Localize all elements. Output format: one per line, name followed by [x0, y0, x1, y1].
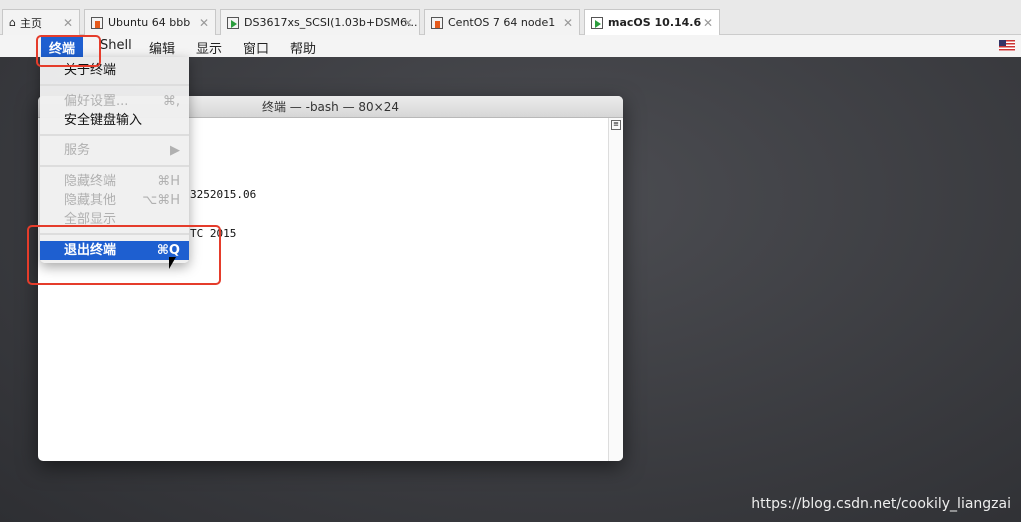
vm-icon [431, 16, 443, 29]
scrollbar[interactable]: ≡ [608, 118, 623, 461]
close-icon[interactable]: ✕ [563, 16, 573, 30]
menu-item-hide-others: 隐藏其他 ⌥⌘H [64, 193, 180, 208]
close-icon[interactable]: ✕ [199, 16, 209, 30]
tab-centos[interactable]: CentOS 7 64 node1 ✕ [424, 9, 580, 35]
vm-running-icon [227, 16, 239, 29]
watermark: https://blog.csdn.net/cookily_liangzai [751, 496, 1011, 512]
annotation-box [36, 35, 101, 67]
menu-item-hide-terminal: 隐藏终端 ⌘H [64, 174, 180, 189]
close-icon[interactable]: ✕ [403, 16, 413, 30]
home-icon: ⌂ [9, 16, 16, 29]
menu-window[interactable]: 窗口 [243, 38, 269, 57]
menu-shell[interactable]: Shell [100, 38, 132, 53]
menu-item-services: 服务 ▶ [64, 143, 180, 158]
close-icon[interactable]: ✕ [63, 16, 73, 30]
vm-running-icon [591, 16, 603, 29]
menu-view[interactable]: 显示 [196, 38, 222, 57]
mac-menu-bar: 终端 Shell 编辑 显示 窗口 帮助 [0, 35, 1021, 57]
close-icon[interactable]: ✕ [703, 16, 713, 30]
flag-icon[interactable] [999, 40, 1015, 51]
tab-ubuntu[interactable]: Ubuntu 64 bbb ✕ [84, 9, 216, 35]
menu-item-preferences: 偏好设置... ⌘, [64, 94, 180, 109]
tab-macos[interactable]: macOS 10.14.6 ✕ [584, 9, 720, 35]
tab-ds3617[interactable]: DS3617xs_SCSI(1.03b+DSM6... ✕ [220, 9, 420, 35]
vm-tab-bar: ⌂ 主页 ✕ Ubuntu 64 bbb ✕ DS3617xs_SCSI(1.03b+… [0, 0, 1021, 35]
menu-item-secure-keyboard[interactable]: 安全键盘输入 [40, 111, 189, 130]
menu-edit[interactable]: 编辑 [149, 38, 175, 57]
vm-icon [91, 16, 103, 29]
tab-home[interactable]: ⌂ 主页 ✕ [2, 9, 80, 35]
menu-help[interactable]: 帮助 [290, 38, 316, 57]
annotation-box [27, 225, 221, 285]
